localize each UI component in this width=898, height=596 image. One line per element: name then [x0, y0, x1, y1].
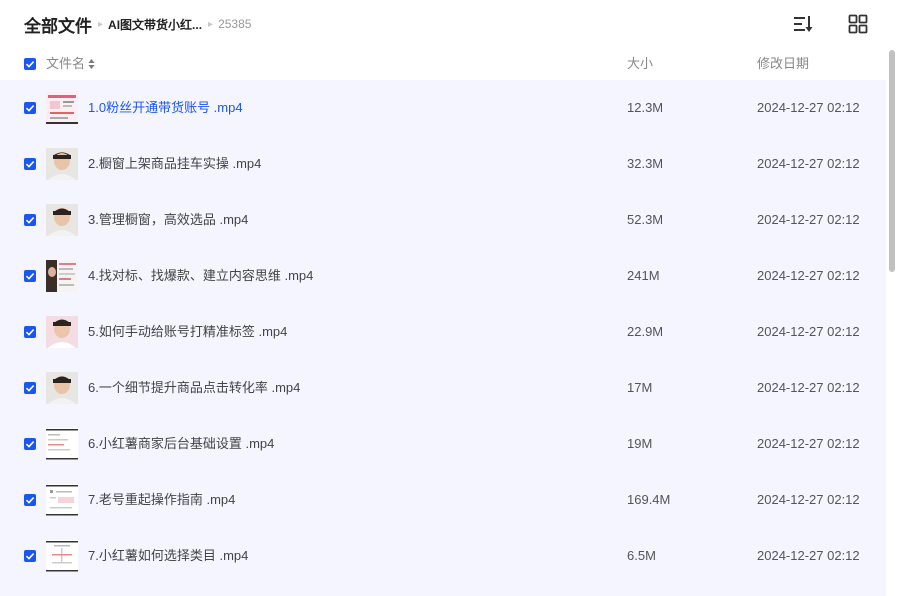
breadcrumb-folder[interactable]: AI图文带货小红... [108, 16, 202, 33]
sort-toggle-icon [88, 58, 95, 69]
file-name[interactable]: 7.小红薯如何选择类目 .mp4 [88, 548, 248, 564]
file-modified-date: 2024-12-27 02:12 [757, 324, 860, 339]
modified-column-header[interactable]: 修改日期 [757, 56, 809, 72]
row-checkbox[interactable] [24, 102, 36, 114]
video-thumbnail [46, 148, 78, 180]
breadcrumb-separator-icon: ▸ [208, 18, 214, 30]
file-size: 52.3M [627, 212, 664, 227]
file-name[interactable]: 1.0粉丝开通带货账号 .mp4 [88, 100, 243, 116]
check-icon [25, 217, 35, 224]
file-row[interactable]: 2.橱窗上架商品挂车实操 .mp4 32.3M 2024-12-27 02:12 [0, 136, 886, 192]
file-name[interactable]: 7.老号重起操作指南 .mp4 [88, 492, 235, 508]
file-modified-date: 2024-12-27 02:12 [757, 380, 860, 395]
breadcrumb-separator-icon: ▸ [98, 18, 104, 30]
name-column-label: 文件名 [46, 56, 86, 71]
row-checkbox[interactable] [24, 270, 36, 282]
check-icon [25, 161, 35, 168]
row-checkbox[interactable] [24, 214, 36, 226]
video-thumbnail [46, 372, 78, 404]
row-checkbox[interactable] [24, 438, 36, 450]
row-checkbox[interactable] [24, 158, 36, 170]
size-column-header[interactable]: 大小 [627, 56, 653, 72]
top-bar: 全部文件 ▸ AI图文带货小红... ▸ 25385 [0, 0, 898, 48]
breadcrumb: 全部文件 ▸ AI图文带货小红... ▸ 25385 [24, 12, 251, 36]
check-icon [25, 329, 35, 336]
grid-view-icon [848, 14, 868, 34]
check-icon [25, 441, 35, 448]
file-name[interactable]: 5.如何手动给账号打精准标签 .mp4 [88, 324, 287, 340]
file-modified-date: 2024-12-27 02:12 [757, 548, 860, 563]
file-row[interactable]: 7.老号重起操作指南 .mp4 169.4M 2024-12-27 02:12 [0, 472, 886, 528]
file-size: 17M [627, 380, 653, 395]
breadcrumb-current: 25385 [218, 17, 252, 31]
file-size: 12.3M [627, 100, 664, 115]
file-size: 241M [627, 268, 660, 283]
select-all-checkbox[interactable] [24, 58, 36, 70]
file-size: 22.9M [627, 324, 664, 339]
file-row[interactable]: 1.0粉丝开通带货账号 .mp4 12.3M 2024-12-27 02:12 [0, 80, 886, 136]
file-name[interactable]: 6.一个细节提升商品点击转化率 .mp4 [88, 380, 300, 396]
video-thumbnail [46, 260, 78, 292]
file-modified-date: 2024-12-27 02:12 [757, 100, 860, 115]
file-name[interactable]: 2.橱窗上架商品挂车实操 .mp4 [88, 156, 261, 172]
name-column-header[interactable]: 文件名 [46, 56, 95, 72]
file-row[interactable]: 3.管理橱窗，高效选品 .mp4 52.3M 2024-12-27 02:12 [0, 192, 886, 248]
file-size: 6.5M [627, 548, 656, 563]
file-name[interactable]: 6.小红薯商家后台基础设置 .mp4 [88, 436, 274, 452]
file-modified-date: 2024-12-27 02:12 [757, 212, 860, 227]
video-thumbnail [46, 540, 78, 572]
check-icon [25, 61, 35, 68]
file-size: 32.3M [627, 156, 664, 171]
video-thumbnail [46, 316, 78, 348]
row-checkbox[interactable] [24, 326, 36, 338]
file-list: 1.0粉丝开通带货账号 .mp4 12.3M 2024-12-27 02:12 … [0, 80, 886, 596]
file-modified-date: 2024-12-27 02:12 [757, 268, 860, 283]
row-checkbox[interactable] [24, 494, 36, 506]
file-size: 169.4M [627, 492, 671, 507]
file-name[interactable]: 4.找对标、找爆款、建立内容思维 .mp4 [88, 268, 313, 284]
file-row[interactable]: 6.一个细节提升商品点击转化率 .mp4 17M 2024-12-27 02:1… [0, 360, 886, 416]
grid-view-button[interactable] [847, 13, 869, 35]
sort-list-button[interactable] [792, 13, 814, 35]
file-name[interactable]: 3.管理橱窗，高效选品 .mp4 [88, 212, 248, 228]
check-icon [25, 385, 35, 392]
sort-list-icon [794, 16, 813, 32]
file-row[interactable]: 5.如何手动给账号打精准标签 .mp4 22.9M 2024-12-27 02:… [0, 304, 886, 360]
video-thumbnail [46, 484, 78, 516]
file-modified-date: 2024-12-27 02:12 [757, 156, 860, 171]
file-row[interactable]: 4.找对标、找爆款、建立内容思维 .mp4 241M 2024-12-27 02… [0, 248, 886, 304]
file-size: 19M [627, 436, 653, 451]
video-thumbnail [46, 92, 78, 124]
row-checkbox[interactable] [24, 550, 36, 562]
breadcrumb-root[interactable]: 全部文件 [24, 12, 92, 37]
check-icon [25, 553, 35, 560]
video-thumbnail [46, 428, 78, 460]
check-icon [25, 273, 35, 280]
check-icon [25, 105, 35, 112]
file-row[interactable]: 7.小红薯如何选择类目 .mp4 6.5M 2024-12-27 02:12 [0, 528, 886, 584]
video-thumbnail [46, 204, 78, 236]
file-modified-date: 2024-12-27 02:12 [757, 492, 860, 507]
check-icon [25, 497, 35, 504]
file-modified-date: 2024-12-27 02:12 [757, 436, 860, 451]
column-header: 文件名 大小 修改日期 [0, 48, 886, 80]
scrollbar-thumb[interactable] [889, 50, 895, 272]
row-checkbox[interactable] [24, 382, 36, 394]
file-row[interactable]: 6.小红薯商家后台基础设置 .mp4 19M 2024-12-27 02:12 [0, 416, 886, 472]
